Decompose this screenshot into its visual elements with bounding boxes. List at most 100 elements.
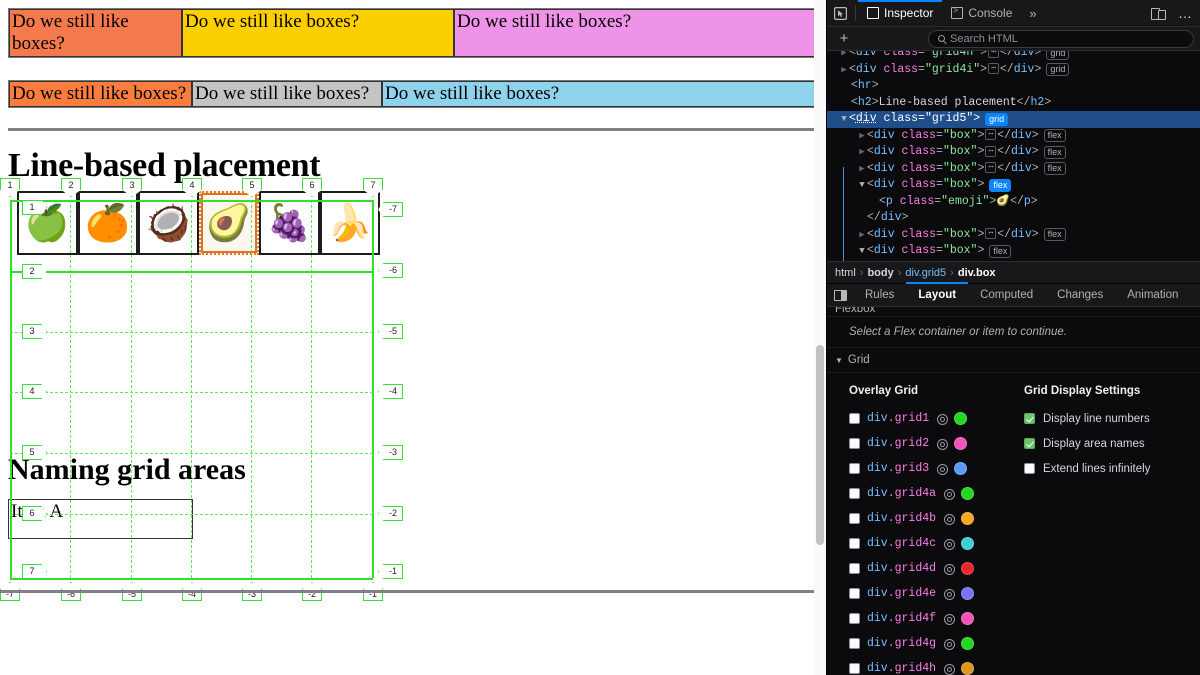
tab-animation[interactable]: Animation (1115, 283, 1190, 307)
search-html-input[interactable]: Search HTML (928, 29, 1194, 48)
gear-icon[interactable] (943, 513, 956, 525)
grid-section-header[interactable]: ▼ Grid (827, 348, 1200, 373)
ellipsis-icon[interactable]: ⋯ (985, 129, 997, 141)
color-swatch-grid4h[interactable] (961, 662, 975, 675)
overlay-grid-checkbox-grid1[interactable] (849, 413, 860, 424)
overlay-grid-item-grid2[interactable]: div.grid2 (849, 431, 1024, 456)
tree-row-box-2[interactable]: ▶ < div class = "box" > ⋯ </div > flex (827, 144, 1200, 161)
display-badge-flex[interactable]: flex (1043, 228, 1066, 242)
markup-tree[interactable]: ▶ < div class = "grid4h" > ⋯ </div > grid ▶ < di… (827, 51, 1200, 261)
color-swatch-grid4e[interactable] (961, 587, 975, 600)
tab-changes[interactable]: Changes (1045, 283, 1115, 307)
overlay-grid-item-grid1[interactable]: div.grid1 (849, 406, 1024, 431)
overlay-grid-item-grid4g[interactable]: div.grid4g (849, 631, 1024, 656)
box-coconut[interactable]: 🥥 (138, 190, 199, 255)
tab-computed[interactable]: Computed (968, 283, 1045, 307)
tree-row-box-4-expanded[interactable]: ▼ < div class = "box" > flex (827, 177, 1200, 194)
ellipsis-icon[interactable]: ⋯ (988, 51, 999, 58)
tree-row-box-6-expanded[interactable]: ▼ < div class = "box" > flex (827, 243, 1200, 260)
ellipsis-icon[interactable]: ⋯ (985, 228, 997, 240)
setting-extend-lines-infinitely[interactable]: Extend lines infinitely (1024, 456, 1194, 481)
ellipsis-icon[interactable]: ⋯ (985, 145, 997, 157)
overlay-grid-item-grid4c[interactable]: div.grid4c (849, 531, 1024, 556)
display-badge-flex-active[interactable]: flex (989, 178, 1012, 192)
overlay-grid-checkbox-grid2[interactable] (849, 438, 860, 449)
twisty-collapsed-icon[interactable]: ▶ (839, 51, 849, 62)
tab-rules[interactable]: Rules (853, 283, 906, 307)
twisty-expanded-icon[interactable]: ▼ (857, 177, 867, 194)
overlay-grid-item-grid4f[interactable]: div.grid4f (849, 606, 1024, 631)
page-scrollbar[interactable] (814, 0, 826, 675)
display-badge-grid[interactable]: grid (1046, 63, 1070, 77)
display-badge-flex[interactable]: flex (1043, 145, 1066, 159)
twisty-collapsed-icon[interactable]: ▶ (857, 128, 867, 145)
display-badge-flex[interactable]: flex (1043, 129, 1066, 143)
gear-icon[interactable] (943, 663, 956, 675)
twisty-collapsed-icon[interactable]: ▶ (857, 227, 867, 244)
overlay-grid-checkbox-grid4e[interactable] (849, 588, 860, 599)
breadcrumb-item-div-grid5[interactable]: div.grid5 (905, 267, 946, 279)
gear-icon[interactable] (943, 563, 956, 575)
tab-console[interactable]: Console (942, 0, 1021, 27)
display-badge-grid[interactable]: grid (1046, 51, 1070, 60)
overlay-grid-item-grid3[interactable]: div.grid3 (849, 456, 1024, 481)
breadcrumb-item-body[interactable]: body (867, 267, 893, 279)
gear-icon[interactable] (936, 463, 949, 475)
breadcrumb-item-div-box[interactable]: div.box (958, 267, 996, 279)
overlay-grid-item-grid4a[interactable]: div.grid4a (849, 481, 1024, 506)
element-picker-icon[interactable] (827, 0, 853, 26)
color-swatch-grid4c[interactable] (961, 537, 975, 550)
overlay-grid-checkbox-grid3[interactable] (849, 463, 860, 474)
box-avocado-selected[interactable]: 🥑 (198, 190, 259, 255)
setting-display-area-names[interactable]: Display area names (1024, 431, 1194, 456)
color-swatch-grid4g[interactable] (961, 637, 975, 650)
tab-layout[interactable]: Layout (906, 282, 968, 307)
color-swatch-grid4f[interactable] (961, 612, 975, 625)
overlay-grid-item-grid4e[interactable]: div.grid4e (849, 581, 1024, 606)
color-swatch-grid1[interactable] (954, 412, 968, 425)
twisty-expanded-icon[interactable]: ▼ (839, 111, 849, 128)
box-green-apple[interactable]: 🍏 (17, 190, 78, 255)
overlay-grid-checkbox-grid4a[interactable] (849, 488, 860, 499)
overlay-grid-checkbox-grid4f[interactable] (849, 613, 860, 624)
display-badge-flex[interactable]: flex (989, 244, 1012, 258)
tree-row-box-5[interactable]: ▶ < div class = "box" > ⋯ </div > flex (827, 227, 1200, 244)
overlay-grid-checkbox-grid4g[interactable] (849, 638, 860, 649)
color-swatch-grid4a[interactable] (961, 487, 975, 500)
breadcrumb-item-html[interactable]: html (835, 267, 856, 279)
gear-icon[interactable] (943, 638, 956, 650)
overlay-grid-item-grid4h[interactable]: div.grid4h (849, 656, 1024, 675)
box-grapes[interactable]: 🍇 (259, 190, 320, 255)
flexbox-section-header[interactable]: Flexbox (827, 307, 1200, 317)
color-swatch-grid4d[interactable] (961, 562, 975, 575)
gear-icon[interactable] (936, 413, 949, 425)
gear-icon[interactable] (943, 488, 956, 500)
overlay-grid-checkbox-grid4b[interactable] (849, 513, 860, 524)
overlay-grid-item-grid4b[interactable]: div.grid4b (849, 506, 1024, 531)
overlay-grid-checkbox-grid4h[interactable] (849, 663, 860, 674)
responsive-design-mode-icon[interactable] (1145, 0, 1171, 26)
checkbox-extend-lines-infinitely[interactable] (1024, 463, 1035, 474)
page-scrollbar-thumb[interactable] (816, 345, 824, 545)
gear-icon[interactable] (943, 613, 956, 625)
gear-icon[interactable] (943, 538, 956, 550)
overlay-grid-checkbox-grid4d[interactable] (849, 563, 860, 574)
tree-row-grid5-selected[interactable]: ▼ < div class = "grid5" > grid (827, 111, 1200, 128)
tree-row-box-1[interactable]: ▶ < div class = "box" > ⋯ </div > flex (827, 128, 1200, 145)
color-swatch-grid3[interactable] (954, 462, 968, 475)
checkbox-display-area-names[interactable] (1024, 438, 1035, 449)
three-pane-toggle-icon[interactable] (827, 283, 853, 307)
tree-row-p-emoji[interactable]: < p class = "emoji" > 🥑 </p > (827, 194, 1200, 211)
tree-row-hr[interactable]: < hr > (827, 78, 1200, 95)
twisty-expanded-icon[interactable]: ▼ (857, 243, 867, 260)
box-banana[interactable]: 🍌 (319, 190, 380, 255)
tree-row-close-div[interactable]: </div > (827, 210, 1200, 227)
box-tangerine[interactable]: 🍊 (77, 190, 138, 255)
color-swatch-grid4b[interactable] (961, 512, 975, 525)
gear-icon[interactable] (936, 438, 949, 450)
twisty-collapsed-icon[interactable]: ▶ (857, 161, 867, 178)
tab-inspector[interactable]: Inspector (858, 0, 943, 27)
tree-row-grid4h[interactable]: ▶ < div class = "grid4h" > ⋯ </div > grid (827, 51, 1200, 62)
tree-row-box-3[interactable]: ▶ < div class = "box" > ⋯ </div > flex (827, 161, 1200, 178)
display-badge-flex[interactable]: flex (1043, 162, 1066, 176)
